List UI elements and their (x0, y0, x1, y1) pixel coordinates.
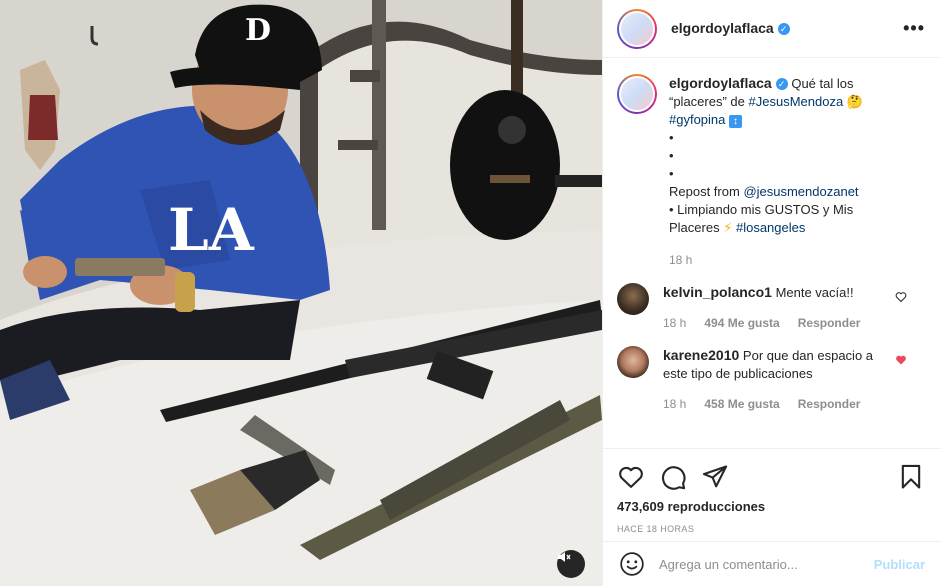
author-username[interactable]: elgordoylaflaca (671, 20, 774, 36)
caption-username[interactable]: elgordoylaflaca (669, 75, 772, 91)
caption: elgordoylaflaca ✓ Qué tal los “placeres” … (617, 74, 925, 269)
comments-section: elgordoylaflaca ✓ Qué tal los “placeres” … (603, 58, 941, 448)
more-options-icon[interactable]: ••• (903, 18, 925, 39)
caption-avatar[interactable] (617, 74, 657, 114)
reply-button[interactable]: Responder (798, 395, 861, 413)
profile-photo (619, 76, 655, 112)
comment-time[interactable]: 18 h (663, 395, 686, 413)
video-frame-illustration: LA D (0, 0, 602, 586)
comment-meta: 18 h 494 Me gusta Responder (663, 314, 893, 332)
profile-photo (619, 10, 655, 47)
liked-heart-icon[interactable] (895, 354, 907, 366)
author-name-wrap: elgordoylaflaca ✓ (671, 20, 790, 38)
caption-line2: “placeres” de (669, 94, 745, 109)
info-emoji: ↕ (729, 115, 743, 128)
publish-button[interactable]: Publicar (874, 557, 925, 572)
comment-body: karene2010 Por que dan espacio a este ti… (663, 346, 893, 413)
caption-time[interactable]: 18 h (669, 251, 692, 269)
author-avatar[interactable] (617, 8, 657, 49)
like-heart-icon[interactable] (617, 463, 645, 491)
verified-badge-icon: ✓ (775, 78, 788, 90)
post-actions: 473,609 reproducciones HACE 18 HORAS (603, 448, 941, 534)
post-side-panel: elgordoylaflaca ✓ ••• elgordoylaflaca ✓ Qu… (602, 0, 941, 586)
hashtag-jesusmendoza[interactable]: #JesusMendoza (749, 94, 844, 109)
shirt-logo: LA (168, 196, 255, 264)
emoji-smiley-icon[interactable] (619, 551, 645, 577)
hashtag-losangeles[interactable]: #losangeles (736, 220, 805, 235)
comment-input[interactable] (659, 556, 874, 572)
commenter-avatar[interactable] (617, 346, 649, 378)
comment-icon[interactable] (659, 463, 687, 491)
caption-line-limpiando: • Limpiando mis GUSTOS y Mis (669, 202, 854, 217)
bullet-line: • (669, 130, 674, 145)
add-comment-bar: Publicar (603, 541, 941, 586)
view-count[interactable]: 473,609 reproducciones (617, 499, 925, 514)
bullet-line: • (669, 166, 674, 181)
post-timestamp[interactable]: HACE 18 HORAS (617, 524, 925, 534)
comment-time[interactable]: 18 h (663, 314, 686, 332)
comment-body: kelvin_polanco1 Mente vacía!! 18 h 494 M… (663, 283, 893, 332)
post-video[interactable]: LA D (0, 0, 602, 586)
instagram-post-modal: LA D elgordoylaflaca ✓ ••• elgordoylafla… (0, 0, 941, 586)
comment-text: Mente vacía!! (775, 285, 854, 300)
verified-badge-icon: ✓ (777, 22, 790, 35)
hashtag-gyfopina[interactable]: #gyfopina (669, 112, 725, 127)
repost-mention[interactable]: @jesusmendozanet (743, 184, 858, 199)
caption-line1: Qué tal los (791, 76, 854, 91)
comment-item: karene2010 Por que dan espacio a este ti… (617, 346, 925, 413)
post-header: elgordoylaflaca ✓ ••• (603, 0, 941, 58)
caption-text: elgordoylaflaca ✓ Qué tal los “placeres” … (669, 74, 899, 269)
caption-line-placeres: Placeres (669, 220, 720, 235)
comment-username[interactable]: karene2010 (663, 347, 739, 363)
mute-button[interactable] (557, 550, 585, 578)
reply-button[interactable]: Responder (798, 314, 861, 332)
commenter-avatar[interactable] (617, 283, 649, 315)
share-paper-plane-icon[interactable] (701, 463, 729, 491)
comment-likes[interactable]: 494 Me gusta (704, 314, 779, 332)
speaker-muted-icon (558, 552, 571, 562)
like-comment-icon[interactable] (895, 291, 907, 303)
caption-meta: 18 h (669, 251, 899, 269)
comment-item: kelvin_polanco1 Mente vacía!! 18 h 494 M… (617, 283, 925, 332)
thinking-emoji: 🤔 (846, 94, 863, 109)
comment-likes[interactable]: 458 Me gusta (704, 395, 779, 413)
action-icons (617, 457, 925, 497)
comment-meta: 18 h 458 Me gusta Responder (663, 395, 893, 413)
repost-text: Repost from (669, 184, 740, 199)
cap-logo: D (245, 13, 271, 48)
lightning-emoji: ⚡ (723, 220, 733, 235)
bullet-line: • (669, 148, 674, 163)
comment-username[interactable]: kelvin_polanco1 (663, 284, 772, 300)
save-bookmark-icon[interactable] (897, 463, 925, 491)
